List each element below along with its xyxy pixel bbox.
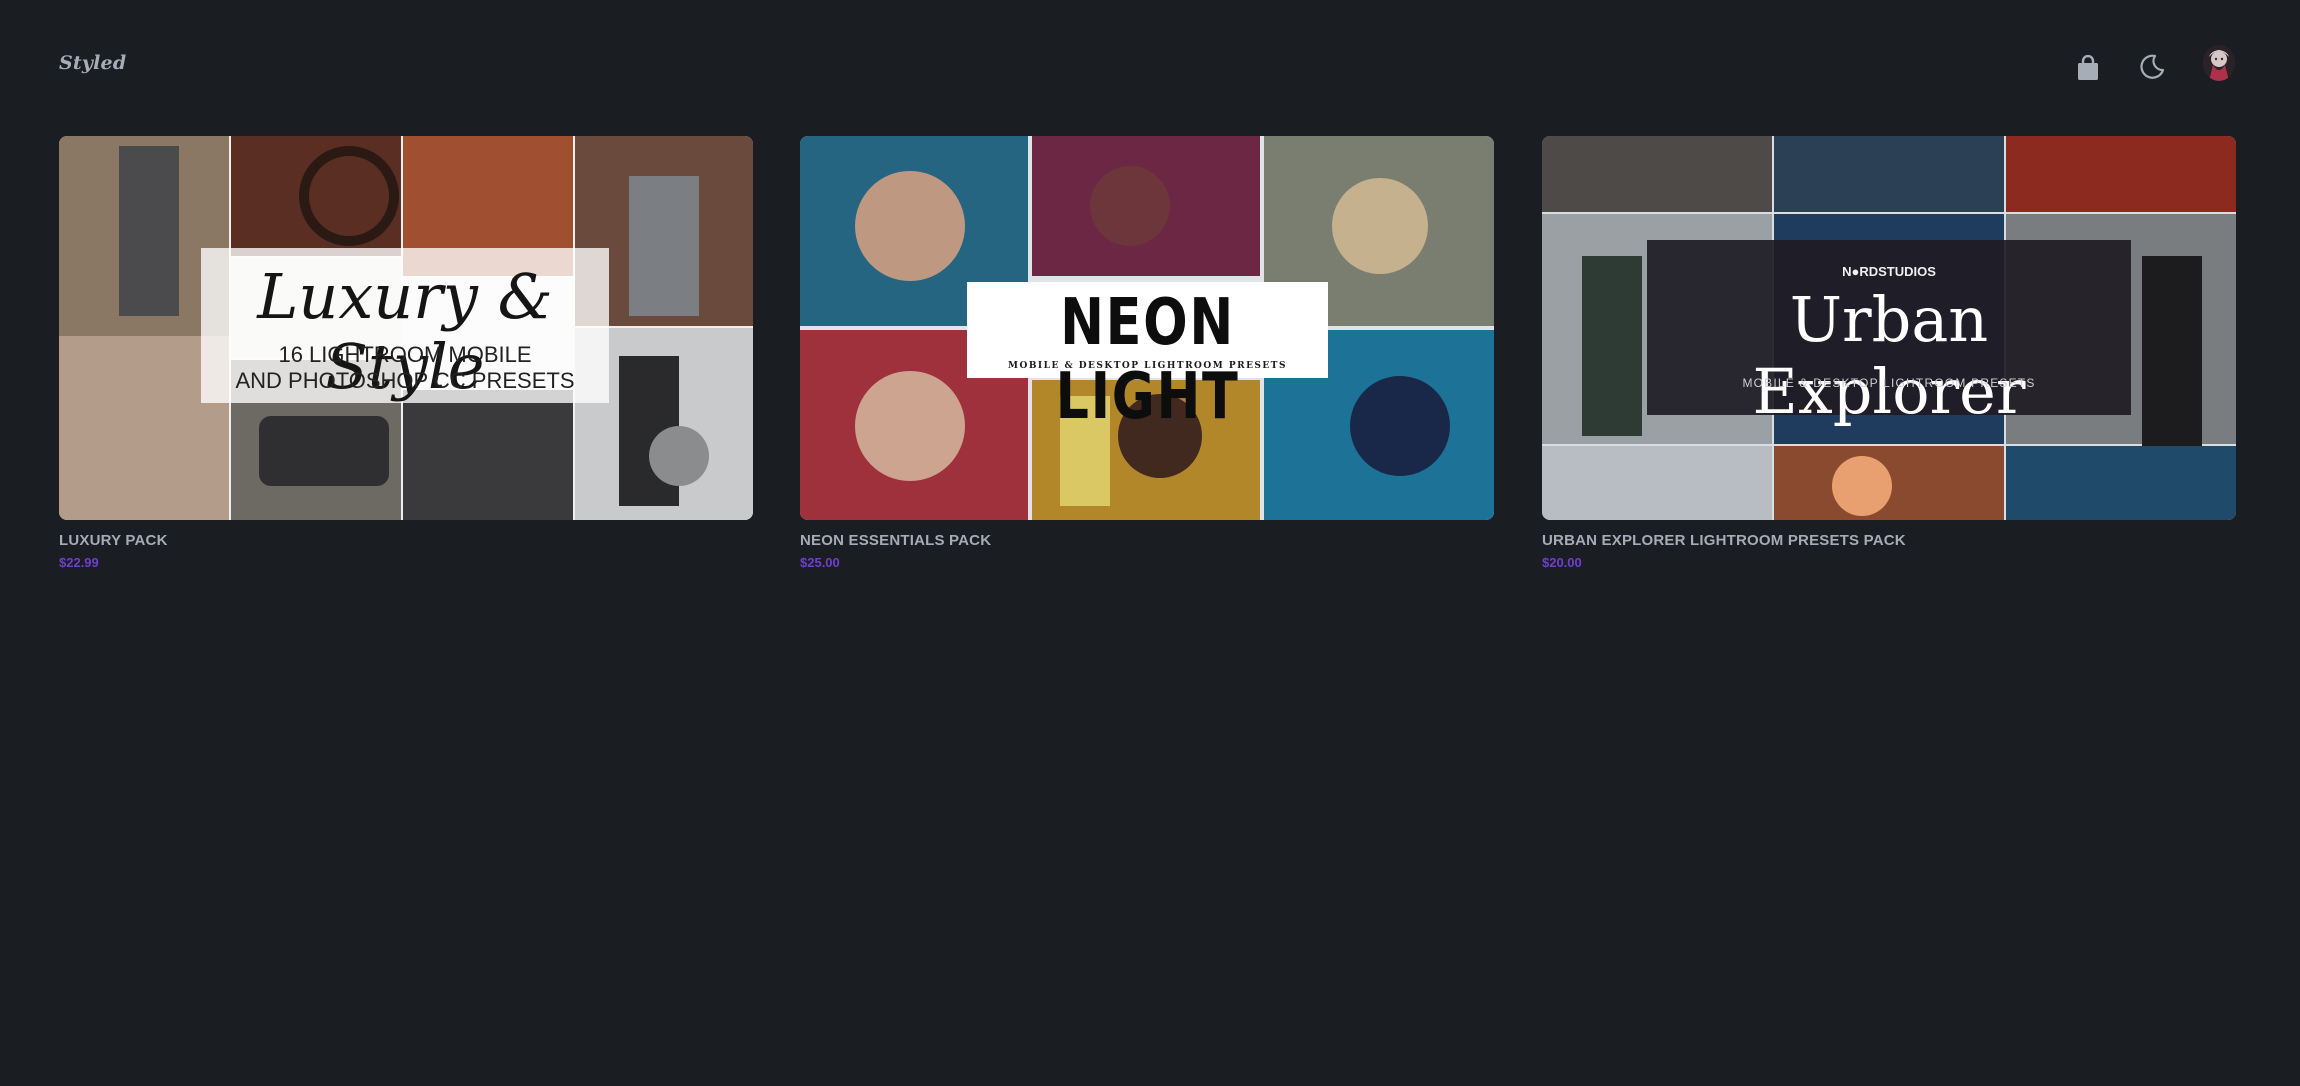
product-price: $22.99 (59, 555, 99, 570)
cover-subtitle: MOBILE & DESKTOP LIGHTROOM PRESETS (1008, 361, 1287, 371)
avatar[interactable] (2203, 45, 2235, 81)
product-name[interactable]: LUXURY PACK (59, 532, 753, 550)
cover-line-2: AND PHOTOSHOP CC PRESETS (235, 368, 575, 393)
moon-icon[interactable] (2138, 53, 2166, 81)
product-name[interactable]: URBAN EXPLORER LIGHTROOM PRESETS PACK (1542, 532, 2236, 550)
product-price: $20.00 (1542, 555, 1582, 570)
product-price: $25.00 (800, 555, 840, 570)
product-name[interactable]: NEON ESSENTIALS PACK (800, 532, 1494, 550)
shopping-bag-icon[interactable] (2077, 55, 2099, 81)
product-card-neon[interactable]: NEON LIGHT MOBILE & DESKTOP LIGHTROOM PR… (800, 136, 1494, 571)
product-card-urban[interactable]: N●RDSTUDIOS Urban Explorer MOBILE & DESK… (1542, 136, 2236, 571)
product-image-neon[interactable]: NEON LIGHT MOBILE & DESKTOP LIGHTROOM PR… (800, 136, 1494, 520)
cover-subtitle: MOBILE & DESKTOP LIGHTROOM PRESETS (1742, 376, 2036, 390)
cover-title: Urban Explorer (1752, 283, 2026, 428)
product-image-luxury[interactable]: Luxury & Style 16 LIGHTROOM MOBILE AND P… (59, 136, 753, 520)
product-card-luxury[interactable]: Luxury & Style 16 LIGHTROOM MOBILE AND P… (59, 136, 753, 571)
site-logo[interactable]: Styled (59, 52, 126, 74)
cover-line-1: 16 LIGHTROOM MOBILE (278, 342, 532, 367)
cover-brand: N●RDSTUDIOS (1842, 264, 1936, 279)
product-image-urban[interactable]: N●RDSTUDIOS Urban Explorer MOBILE & DESK… (1542, 136, 2236, 520)
